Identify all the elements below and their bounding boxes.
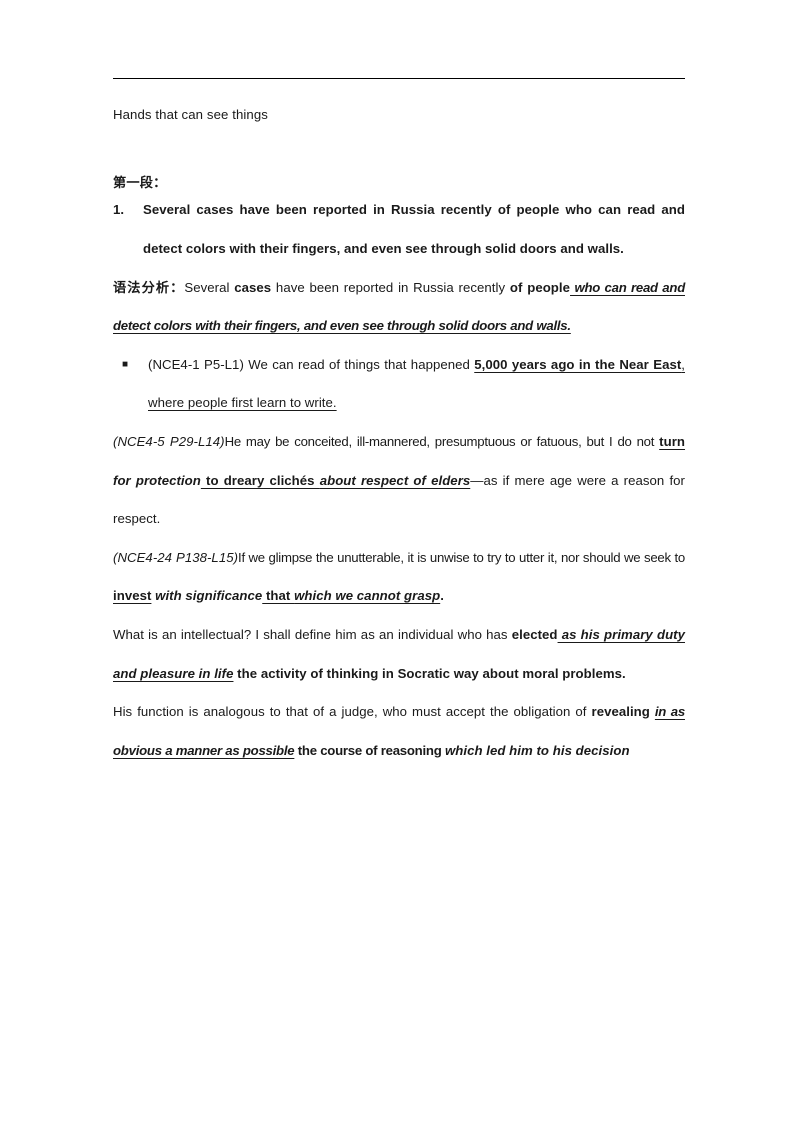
quote-judge-paragraph: His function is analogous to that of a j… (113, 693, 685, 770)
quote-elders-run-5-emphasis: about respect of elders (319, 472, 471, 488)
grammar-analysis-label: 语法分析： (113, 279, 185, 295)
quote-unutterable-run-4-emphasis: that (262, 588, 295, 604)
quote-unutterable-run-6: . (440, 588, 444, 604)
quote-intellectual-run-2-bold: elected (511, 627, 558, 643)
list-marker: 1. (113, 202, 125, 218)
numbered-list-item: 1. Several cases have been reported in Ru… (113, 191, 685, 268)
numbered-item-text: Several cases have been reported in Russ… (143, 202, 685, 257)
quote-unutterable-paragraph: (NCE4-24 P138-L15)If we glimpse the unut… (113, 539, 685, 616)
quote-judge-run-4-bold: the course of reasoning (294, 742, 445, 758)
grammar-run-3: have been reported in Russia recently (271, 279, 510, 295)
quote-elders-run-1: He may be conceited, ill-mannered, presu… (224, 434, 660, 450)
quote-intellectual-run-1: What is an intellectual? I shall define … (113, 627, 512, 643)
document-title: Hands that can see things (113, 107, 268, 122)
bullet-run-2-emphasis: 5,000 years ago in the Near East (474, 356, 682, 372)
quote-elders-run-4-emphasis: to dreary clichés (200, 472, 320, 488)
quote-judge-run-2-bold: revealing (591, 704, 655, 720)
quote-unutterable-run-3-emphasis: with significance (151, 588, 263, 604)
quote-intellectual-paragraph: What is an intellectual? I shall define … (113, 616, 685, 693)
grammar-analysis-paragraph: 语法分析：Several cases have been reported in… (113, 269, 685, 346)
bullet-list-item: ■ (NCE4-1 P5-L1) We can read of things th… (113, 346, 685, 423)
quote-unutterable-run-5-emphasis: which we cannot grasp (294, 588, 441, 604)
document-page: Hands that can see things 第一段： 1. Several… (0, 0, 794, 1123)
quote-elders-paragraph: (NCE4-5 P29-L14)He may be conceited, ill… (113, 423, 685, 539)
quote-judge-run-5-emphasis: which led him to his decision (444, 742, 630, 758)
page-content: Hands that can see things 第一段： 1. Several… (113, 78, 685, 770)
quote-elders-run-3-emphasis: for protection (113, 472, 201, 488)
bullet-citation: (NCE4-1 P5-L1) (148, 356, 244, 372)
bullet-run-1: We can read of things that happened (243, 356, 475, 372)
quote-elders-citation: (NCE4-5 P29-L14) (113, 434, 225, 450)
quote-unutterable-run-1: If we glimpse the unutterable, it is unw… (238, 549, 685, 565)
header-divider (113, 78, 685, 79)
grammar-run-2-bold: cases (234, 279, 272, 295)
section-heading: 第一段： (113, 175, 167, 191)
quote-unutterable-run-2-emphasis: invest (113, 588, 152, 604)
square-bullet-icon: ■ (122, 358, 129, 370)
quote-elders-run-2-emphasis: turn (659, 434, 686, 450)
grammar-run-4-bold: of people (509, 279, 571, 295)
quote-unutterable-citation: (NCE4-24 P138-L15) (113, 549, 239, 565)
quote-judge-run-1: His function is analogous to that of a j… (113, 704, 592, 720)
grammar-run-1: Several (184, 279, 235, 295)
quote-intellectual-run-4-bold: the activity of thinking in Socratic way… (233, 665, 626, 681)
